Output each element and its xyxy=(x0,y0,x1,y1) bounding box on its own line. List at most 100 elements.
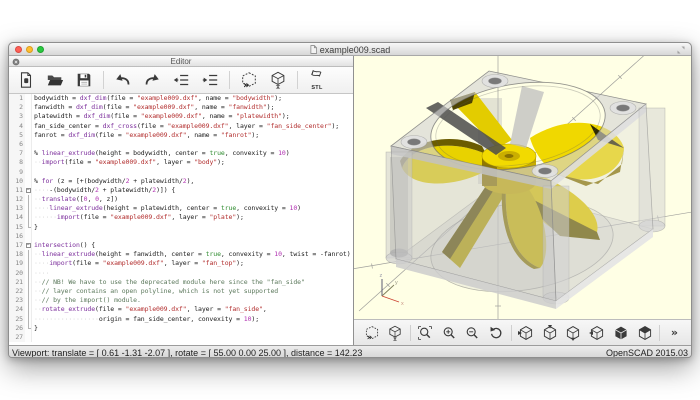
render-button[interactable] xyxy=(268,69,288,91)
code-text: fan_side_center = dxf_cross(file = "exam… xyxy=(32,122,339,131)
preview-icon: » xyxy=(364,325,380,341)
editor-close-icon[interactable] xyxy=(12,58,20,66)
code-line: 18 ··linear_extrude(height = fanwidth, ce… xyxy=(9,250,353,259)
toolbar-separator xyxy=(297,71,298,89)
code-text: ··rotate_extrude(file = "example009.dxf"… xyxy=(32,305,267,314)
fold-margin: − xyxy=(25,241,32,250)
indent-icon xyxy=(201,71,219,89)
new-file-button[interactable] xyxy=(16,69,36,91)
line-number: 11 xyxy=(9,186,25,195)
render-icon xyxy=(269,71,287,89)
view-diagonal-button[interactable] xyxy=(635,323,654,343)
code-line: 13····linear_extrude(height = platewidth… xyxy=(9,204,353,213)
view-right-button[interactable] xyxy=(516,323,535,343)
preview-button[interactable]: » xyxy=(362,323,381,343)
fold-margin xyxy=(25,223,32,232)
line-number: 6 xyxy=(9,140,25,149)
editor-pane: Editor »STL 1bodywidth = dxf_dim(file = … xyxy=(9,56,354,345)
view-top-button[interactable] xyxy=(540,323,559,343)
fold-margin xyxy=(25,259,32,268)
code-line: 1bodywidth = dxf_dim(file = "example009.… xyxy=(9,94,353,103)
fold-margin xyxy=(25,204,32,213)
open-button[interactable] xyxy=(45,69,65,91)
view-front-button[interactable] xyxy=(612,323,631,343)
code-line: 9 xyxy=(9,168,353,177)
unindent-button[interactable] xyxy=(171,69,191,91)
overflow-button[interactable]: » xyxy=(665,323,684,343)
toolbar-separator xyxy=(229,71,230,89)
code-text: ··// by the import() module. xyxy=(32,296,141,305)
fullscreen-icon[interactable] xyxy=(676,45,686,55)
fold-margin xyxy=(25,232,32,241)
code-line: 7% linear_extrude(height = bodywidth, ce… xyxy=(9,149,353,158)
fold-margin xyxy=(25,287,32,296)
preview-button[interactable]: » xyxy=(239,69,259,91)
fold-margin xyxy=(25,213,32,222)
3d-canvas[interactable]: z y x xyxy=(354,56,692,319)
fold-guide xyxy=(28,269,29,278)
view-right-icon xyxy=(518,325,534,341)
zoom-out-button[interactable] xyxy=(463,323,482,343)
view-bottom-button[interactable] xyxy=(564,323,583,343)
line-number: 12 xyxy=(9,195,25,204)
code-text: bodywidth = dxf_dim(file = "example009.d… xyxy=(32,94,282,103)
viewport-pane: z y x » » xyxy=(354,56,692,345)
line-number: 7 xyxy=(9,149,25,158)
zoom-in-button[interactable] xyxy=(439,323,458,343)
render-button[interactable] xyxy=(386,323,405,343)
fold-guide xyxy=(28,315,29,324)
line-number: 24 xyxy=(9,305,25,314)
render-icon xyxy=(387,325,403,341)
indent-button[interactable] xyxy=(200,69,220,91)
export-stl-icon xyxy=(308,69,326,86)
code-line: 26} xyxy=(9,324,353,333)
line-number: 22 xyxy=(9,287,25,296)
view-top-icon xyxy=(542,325,558,341)
reset-view-button[interactable] xyxy=(487,323,506,343)
fold-margin xyxy=(25,296,32,305)
redo-button[interactable] xyxy=(142,69,162,91)
svg-text:x: x xyxy=(401,301,404,307)
zoom-out-icon xyxy=(464,325,480,341)
preview-icon: » xyxy=(240,71,258,89)
code-text: ··linear_extrude(height = fanwidth, cent… xyxy=(32,250,351,259)
fold-toggle[interactable]: − xyxy=(26,243,31,248)
code-editor[interactable]: 1bodywidth = dxf_dim(file = "example009.… xyxy=(9,94,353,345)
zoom-all-icon xyxy=(417,325,433,341)
svg-text:»: » xyxy=(243,80,249,89)
fold-toggle[interactable]: − xyxy=(26,188,31,193)
line-number: 4 xyxy=(9,122,25,131)
zoom-all-button[interactable] xyxy=(415,323,434,343)
code-text xyxy=(32,333,38,342)
fold-margin xyxy=(25,112,32,121)
code-line: 14······import(file = "example009.dxf", … xyxy=(9,213,353,222)
code-text: ··// NB! We have to use the deprecated m… xyxy=(32,278,305,287)
fold-guide xyxy=(28,296,29,305)
toolbar-separator xyxy=(410,325,411,341)
fold-guide xyxy=(28,287,29,296)
fold-guide xyxy=(28,278,29,287)
fold-margin xyxy=(25,250,32,259)
fold-margin xyxy=(25,305,32,314)
export-stl-button[interactable]: STL xyxy=(307,69,327,91)
line-number: 2 xyxy=(9,103,25,112)
line-number: 17 xyxy=(9,241,25,250)
line-number: 18 xyxy=(9,250,25,259)
view-left-icon xyxy=(589,325,605,341)
code-text: ···· xyxy=(32,269,49,278)
view-left-button[interactable] xyxy=(588,323,607,343)
code-line: 15} xyxy=(9,223,353,232)
window-titlebar[interactable]: example009.scad xyxy=(9,43,691,56)
app-window: example009.scad Editor »STL 1bodywidth =… xyxy=(8,42,692,358)
undo-button[interactable] xyxy=(113,69,133,91)
line-number: 20 xyxy=(9,269,25,278)
svg-text:y: y xyxy=(395,280,398,286)
save-button[interactable] xyxy=(74,69,94,91)
line-number: 13 xyxy=(9,204,25,213)
fold-margin xyxy=(25,122,32,131)
line-number: 16 xyxy=(9,232,25,241)
line-number: 3 xyxy=(9,112,25,121)
code-line: 23··// by the import() module. xyxy=(9,296,353,305)
code-line: 11−····-(bodywidth/2 + platewidth/2)]) { xyxy=(9,186,353,195)
fold-guide-end xyxy=(28,223,31,229)
